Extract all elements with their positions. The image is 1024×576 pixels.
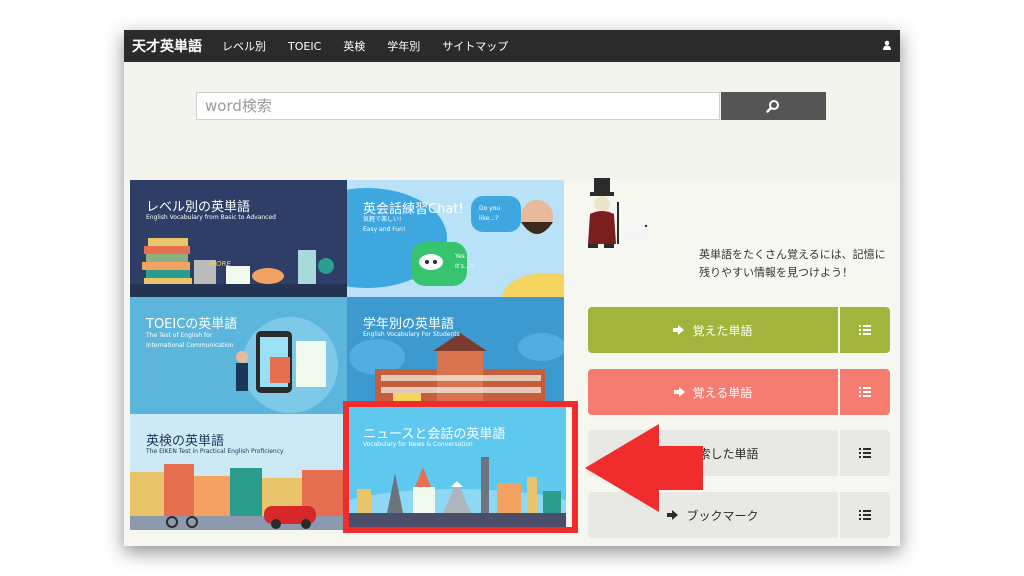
- tile-chat-subtitle-ja: 気軽で楽しい!: [363, 216, 402, 223]
- tile-news-subtitle: Vocabulary for News & Conversation: [363, 441, 473, 448]
- learned-words-list-button[interactable]: [840, 307, 890, 353]
- red-arrow-annotation: [585, 424, 703, 512]
- words-to-learn-button[interactable]: 覚える単語: [588, 369, 838, 415]
- list-icon: [859, 387, 871, 397]
- tile-eiken[interactable]: 英検の英単語 The EIKEN Test in Practical Engli…: [130, 414, 347, 530]
- nav-item-eiken[interactable]: 英検: [343, 38, 365, 54]
- search-icon: [766, 100, 779, 113]
- list-icon: [859, 448, 871, 458]
- chat-bubble-question: Do you like...?: [479, 205, 501, 222]
- searched-words-list-button[interactable]: [840, 430, 890, 476]
- learned-words-button[interactable]: 覚えた単語: [588, 307, 838, 353]
- tile-toeic[interactable]: TOEICの英単語 The Test of English for Intern…: [130, 297, 347, 414]
- search-section: [124, 62, 900, 180]
- tile-chat[interactable]: 英会話練習Chat! 気軽で楽しい! Easy and Fun! Do you …: [347, 180, 564, 297]
- nav-item-grade[interactable]: 学年別: [387, 38, 420, 54]
- tile-toeic-desc: The Test of English for International Co…: [146, 332, 234, 349]
- site-logo[interactable]: 天才英単語: [132, 36, 202, 56]
- user-icon[interactable]: [882, 40, 892, 50]
- tile-grade[interactable]: 学年別の英単語 English Vocabulary For Students: [347, 297, 564, 414]
- list-icon: [859, 510, 871, 520]
- tile-level-subtitle: English Vocabulary from Basic to Advance…: [146, 214, 276, 221]
- tagline: 英単語をたくさん覚えるには、記憶に 残りやすい情報を見つけよう！: [699, 246, 899, 282]
- tile-eiken-subtitle: The EIKEN Test in Practical English Prof…: [146, 448, 284, 455]
- learned-words-label: 覚えた単語: [692, 323, 753, 338]
- nav-item-toeic[interactable]: TOEIC: [288, 40, 321, 53]
- words-to-learn-list-button[interactable]: [840, 369, 890, 415]
- chat-bubble-answer: Yes. It's...!!: [455, 253, 475, 270]
- arrow-right-icon: [673, 325, 685, 335]
- tile-grade-title: 学年別の英単語: [363, 317, 455, 332]
- mascot-illustration: [588, 178, 650, 248]
- tile-level[interactable]: レベル別の英単語 English Vocabulary from Basic t…: [130, 180, 347, 297]
- search-input[interactable]: [196, 92, 720, 120]
- learned-words-row: 覚えた単語: [588, 307, 890, 353]
- words-to-learn-label: 覚える単語: [692, 385, 753, 400]
- arrow-right-icon: [673, 387, 685, 397]
- bookmark-list-button[interactable]: [840, 492, 890, 538]
- browser-viewport: 天才英単語 レベル別 TOEIC 英検 学年別 サイトマップ word検索 レベ…: [124, 30, 900, 546]
- tile-level-badge: MORE: [210, 260, 231, 268]
- list-icon: [859, 325, 871, 335]
- tile-toeic-title: TOEICの英単語: [146, 317, 238, 332]
- tile-level-title: レベル別の英単語: [146, 200, 251, 215]
- words-to-learn-row: 覚える単語: [588, 369, 890, 415]
- tile-news[interactable]: ニュースと会話の英単語 Vocabulary for News & Conver…: [347, 407, 566, 527]
- nav-item-level[interactable]: レベル別: [222, 38, 266, 54]
- tile-chat-subtitle-en: Easy and Fun!: [363, 226, 406, 233]
- tagline-line-1: 英単語をたくさん覚えるには、記憶に: [699, 248, 886, 261]
- search-button[interactable]: [721, 92, 826, 120]
- tile-grade-subtitle: English Vocabulary For Students: [363, 331, 460, 338]
- tile-news-title: ニュースと会話の英単語: [363, 427, 506, 442]
- nav-item-sitemap[interactable]: サイトマップ: [442, 38, 508, 54]
- nav-menu: レベル別 TOEIC 英検 学年別 サイトマップ: [222, 30, 530, 62]
- tagline-line-2: 残りやすい情報を見つけよう！: [699, 266, 853, 279]
- top-navbar: 天才英単語 レベル別 TOEIC 英検 学年別 サイトマップ: [124, 30, 900, 62]
- tile-eiken-title: 英検の英単語: [146, 434, 225, 449]
